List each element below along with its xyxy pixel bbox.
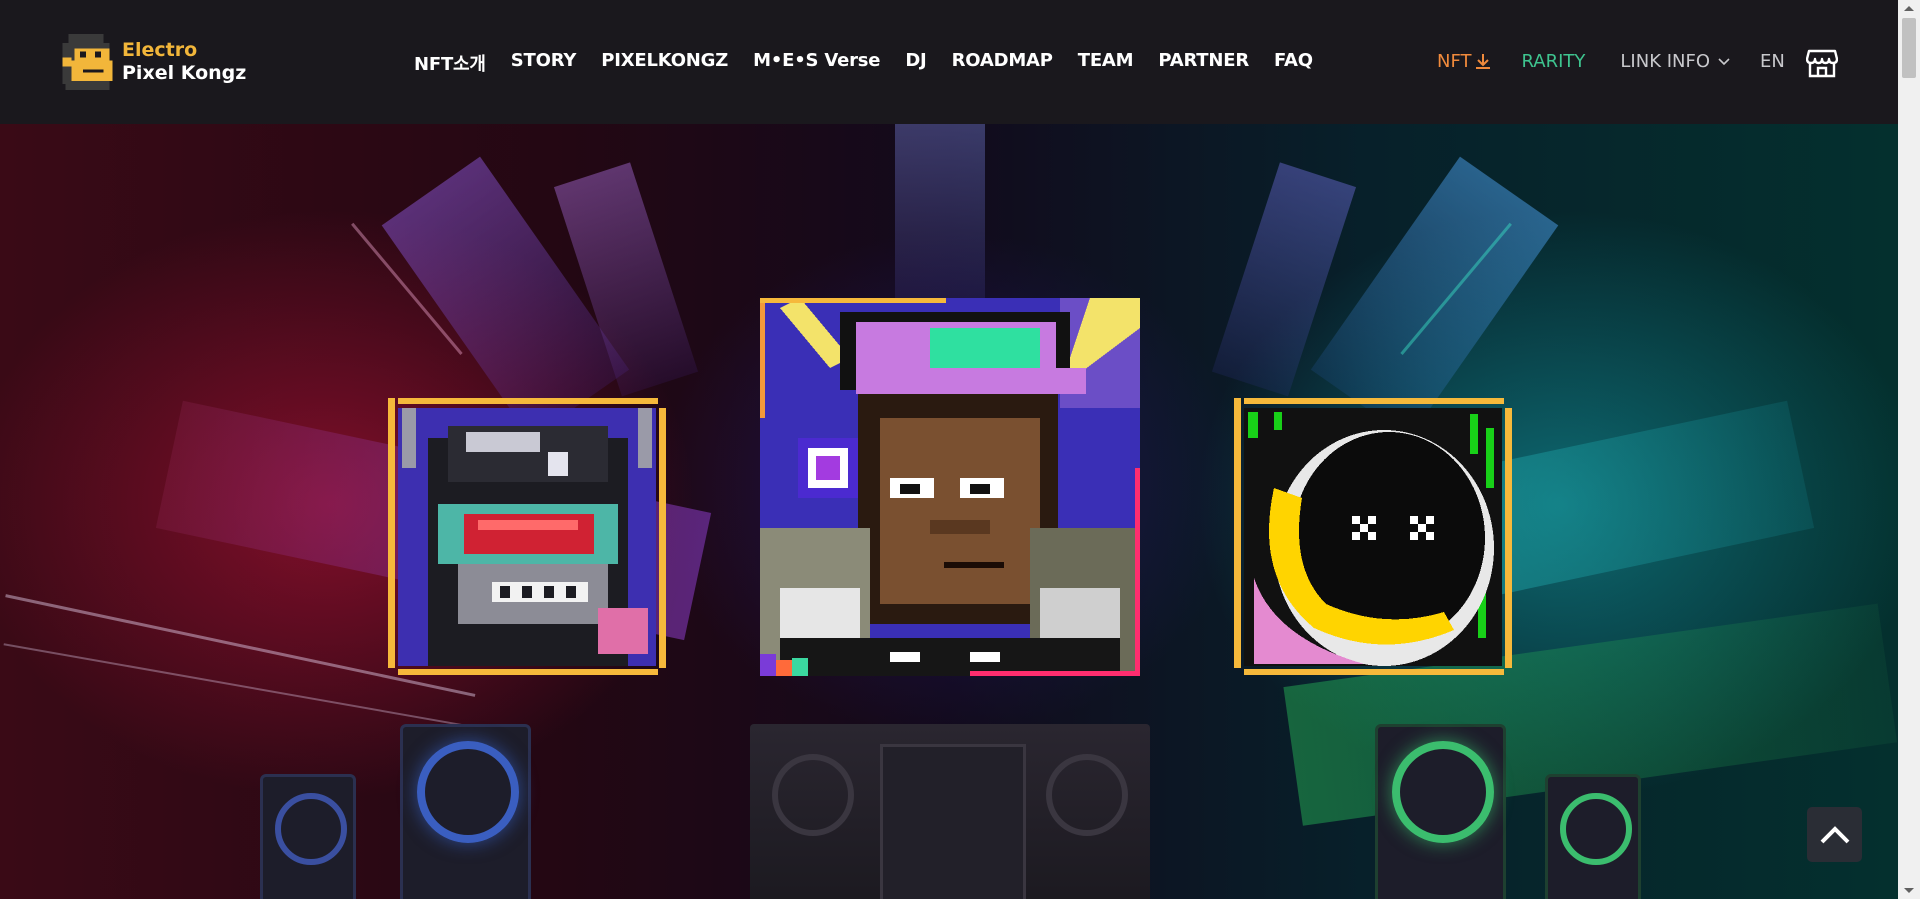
nft-download-label: NFT — [1437, 51, 1472, 72]
dj-kong-nft[interactable] — [760, 298, 1140, 676]
download-icon — [1475, 54, 1490, 69]
rarity-link[interactable]: RARITY — [1522, 51, 1586, 72]
nav-faq[interactable]: FAQ — [1274, 50, 1313, 76]
astronaut-kong-nft[interactable] — [1234, 398, 1512, 675]
logo-line-pixel-kongz: Pixel Kongz — [122, 62, 247, 84]
link-info-dropdown[interactable]: LINK INFO — [1620, 51, 1730, 72]
speaker-left-back — [260, 774, 356, 899]
speaker-right-back — [1545, 774, 1641, 899]
speaker-cone — [1392, 741, 1494, 843]
nft-download-link[interactable]: NFT — [1437, 51, 1491, 72]
main-nav: NFT소개 STORY PIXELKONGZ M•E•S Verse DJ RO… — [414, 50, 1313, 76]
speaker-cone — [417, 741, 519, 843]
light-beam — [895, 124, 985, 324]
goggles-kong-nft[interactable] — [388, 398, 666, 675]
kong-logo-icon — [62, 34, 113, 90]
scrollbar-thumb[interactable] — [1902, 18, 1916, 78]
nav-mes-verse[interactable]: M•E•S Verse — [753, 50, 880, 76]
chevron-down-icon — [1718, 57, 1730, 65]
nav-roadmap[interactable]: ROADMAP — [952, 50, 1053, 76]
nav-dj[interactable]: DJ — [905, 50, 926, 76]
link-info-label: LINK INFO — [1620, 51, 1711, 72]
speaker-cone — [275, 793, 347, 865]
nav-story[interactable]: STORY — [511, 50, 577, 76]
speaker-left — [400, 724, 531, 899]
booth-speaker-cone — [1046, 754, 1128, 836]
nav-pixelkongz[interactable]: PIXELKONGZ — [601, 50, 728, 76]
scroll-to-top-button[interactable] — [1807, 807, 1862, 862]
dj-booth — [750, 724, 1150, 899]
equalizer-panel — [880, 744, 1026, 899]
nav-team[interactable]: TEAM — [1078, 50, 1134, 76]
chevron-up-icon — [1820, 825, 1849, 843]
hero-stage — [0, 124, 1898, 899]
nav-nft-intro[interactable]: NFT소개 — [414, 50, 486, 76]
utility-nav: NFT RARITY LINK INFO EN — [1437, 51, 1785, 72]
language-switch[interactable]: EN — [1760, 51, 1785, 72]
site-header: Electro Pixel Kongz NFT소개 STORY PIXELKON… — [0, 0, 1898, 124]
speaker-right — [1375, 724, 1506, 899]
page-scrollbar[interactable] — [1898, 0, 1920, 899]
site-logo[interactable]: Electro Pixel Kongz — [62, 34, 246, 90]
store-icon[interactable] — [1806, 47, 1838, 79]
booth-speaker-cone — [772, 754, 854, 836]
speaker-cone — [1560, 793, 1632, 865]
logo-line-electro: Electro — [122, 39, 198, 61]
nav-partner[interactable]: PARTNER — [1158, 50, 1249, 76]
scroll-down-arrow-icon[interactable] — [1898, 882, 1920, 899]
scroll-up-arrow-icon[interactable] — [1898, 0, 1920, 17]
